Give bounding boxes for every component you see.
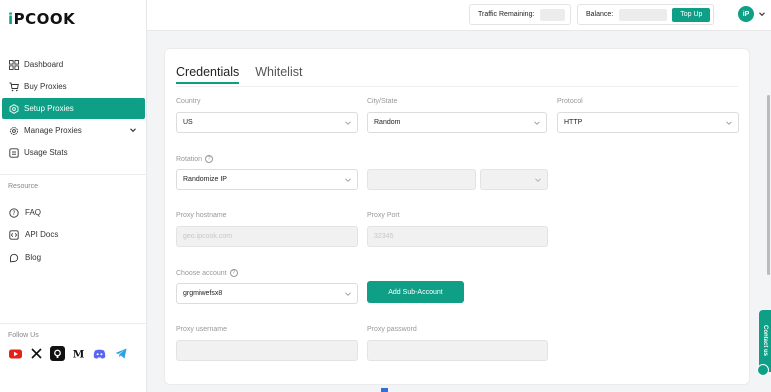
page-indicator <box>381 388 388 392</box>
traffic-remaining: Traffic Remaining: <box>469 4 571 25</box>
balance-label: Balance: <box>586 11 614 18</box>
chevron-down-icon <box>344 290 352 298</box>
username-field[interactable] <box>176 340 358 361</box>
help-icon[interactable]: ? <box>205 155 214 163</box>
sidebar: iPCOOK Dashboard Buy Proxies Setup Proxi… <box>0 0 147 392</box>
add-sub-account-button[interactable]: Add Sub-Account <box>367 281 464 303</box>
x-icon[interactable] <box>29 346 44 361</box>
sidebar-item-manage-proxies[interactable]: Manage Proxies <box>2 120 145 141</box>
account-select[interactable]: grgmiwefsx8 <box>176 283 358 304</box>
discord-icon[interactable] <box>92 346 107 361</box>
country-select[interactable]: US <box>176 112 358 133</box>
logo-text: PCOOK <box>13 10 76 28</box>
contact-us-button[interactable]: Contact us <box>759 310 771 372</box>
protocol-label: Protocol <box>557 98 583 105</box>
sidebar-item-label: Blog <box>25 253 42 262</box>
help-icon[interactable]: ? <box>229 269 238 277</box>
password-label: Proxy password <box>367 326 417 333</box>
traffic-label: Traffic Remaining: <box>478 11 535 18</box>
chevron-down-icon <box>725 119 733 127</box>
rotation-duration-input[interactable] <box>367 169 476 190</box>
rotation-value: Randomize IP <box>183 176 227 183</box>
city-value: Random <box>374 119 401 126</box>
grid-icon <box>8 59 19 70</box>
hostname-label: Proxy hostname <box>176 212 227 219</box>
sidebar-item-faq[interactable]: ? FAQ <box>8 207 41 218</box>
sidebar-item-label: Manage Proxies <box>24 126 82 135</box>
sidebar-item-usage-stats[interactable]: Usage Stats <box>2 142 145 163</box>
country-label: Country <box>176 98 201 105</box>
sidebar-item-label: API Docs <box>25 230 59 239</box>
top-up-button[interactable]: Top Up <box>672 7 711 22</box>
sidebar-item-blog[interactable]: Blog <box>8 252 41 263</box>
sidebar-item-setup-proxies[interactable]: Setup Proxies <box>2 98 145 119</box>
sidebar-item-label: Setup Proxies <box>24 104 74 113</box>
stats-icon <box>8 147 19 158</box>
help-icon: ? <box>8 207 19 218</box>
account-label: Choose account ? <box>176 269 238 277</box>
sidebar-item-label: FAQ <box>25 208 42 217</box>
svg-text:?: ? <box>12 210 15 217</box>
sidebar-item-label: Dashboard <box>24 60 64 69</box>
protocol-value: HTTP <box>564 119 583 126</box>
avatar[interactable]: iP <box>738 6 754 22</box>
tab-credentials[interactable]: Credentials <box>176 65 240 84</box>
protocol-select[interactable]: HTTP <box>557 112 739 133</box>
chevron-down-icon <box>344 176 352 184</box>
divider <box>0 174 147 175</box>
youtube-icon[interactable] <box>8 346 23 361</box>
telegram-icon[interactable] <box>113 346 128 361</box>
tab-bar: Credentials Whitelist <box>176 65 302 84</box>
rotation-unit-select[interactable] <box>480 169 548 190</box>
rotation-label-text: Rotation <box>176 155 203 163</box>
account-value: grgmiwefsx8 <box>183 290 223 297</box>
port-field[interactable]: 32345 <box>367 226 548 247</box>
social-links: M <box>8 346 128 361</box>
username-label: Proxy username <box>176 326 227 333</box>
logo[interactable]: iPCOOK <box>8 10 75 28</box>
city-select[interactable]: Random <box>367 112 547 133</box>
follow-heading: Follow Us <box>8 332 39 339</box>
sidebar-item-label: Usage Stats <box>24 148 68 157</box>
blog-icon <box>8 252 19 263</box>
github-icon[interactable] <box>50 346 65 361</box>
chat-icon[interactable] <box>757 364 769 376</box>
medium-icon[interactable]: M <box>71 346 86 361</box>
city-label: City/State <box>367 98 398 105</box>
sidebar-item-buy-proxies[interactable]: Buy Proxies <box>2 76 145 97</box>
balance-value <box>619 8 668 21</box>
api-icon <box>8 229 19 240</box>
chevron-down-icon <box>533 119 541 127</box>
top-bar: Traffic Remaining: Balance: Top Up iP <box>147 0 771 31</box>
chevron-down-icon <box>344 119 352 127</box>
tab-whitelist[interactable]: Whitelist <box>255 65 302 84</box>
port-label: Proxy Port <box>367 212 400 219</box>
chevron-down-icon[interactable] <box>129 126 137 134</box>
hostname-field[interactable]: geo.ipcook.com <box>176 226 358 247</box>
tabs-divider <box>176 86 738 87</box>
hostname-value: geo.ipcook.com <box>183 233 233 240</box>
setup-icon <box>8 103 19 114</box>
traffic-value <box>540 8 566 21</box>
sidebar-item-dashboard[interactable]: Dashboard <box>2 54 145 75</box>
chevron-down-icon[interactable] <box>758 10 766 18</box>
main-nav: Dashboard Buy Proxies Setup Proxies Mana… <box>0 53 147 164</box>
scrollbar-thumb[interactable] <box>767 95 770 275</box>
cart-icon <box>8 81 19 92</box>
resource-heading: Resource <box>8 183 38 190</box>
sidebar-item-label: Buy Proxies <box>24 82 67 91</box>
balance-box: Balance: Top Up <box>577 4 714 25</box>
credentials-card: Credentials Whitelist Country US City/St… <box>164 48 750 385</box>
account-label-text: Choose account <box>176 269 227 277</box>
svg-text:M: M <box>73 349 85 360</box>
rotation-label: Rotation ? <box>176 155 214 163</box>
divider <box>0 323 147 324</box>
country-value: US <box>183 119 193 126</box>
gear-icon <box>8 125 19 136</box>
port-value: 32345 <box>374 233 394 240</box>
chevron-down-icon <box>534 176 542 186</box>
rotation-select[interactable]: Randomize IP <box>176 169 358 190</box>
password-field[interactable] <box>367 340 548 361</box>
sidebar-item-api-docs[interactable]: API Docs <box>8 229 58 240</box>
